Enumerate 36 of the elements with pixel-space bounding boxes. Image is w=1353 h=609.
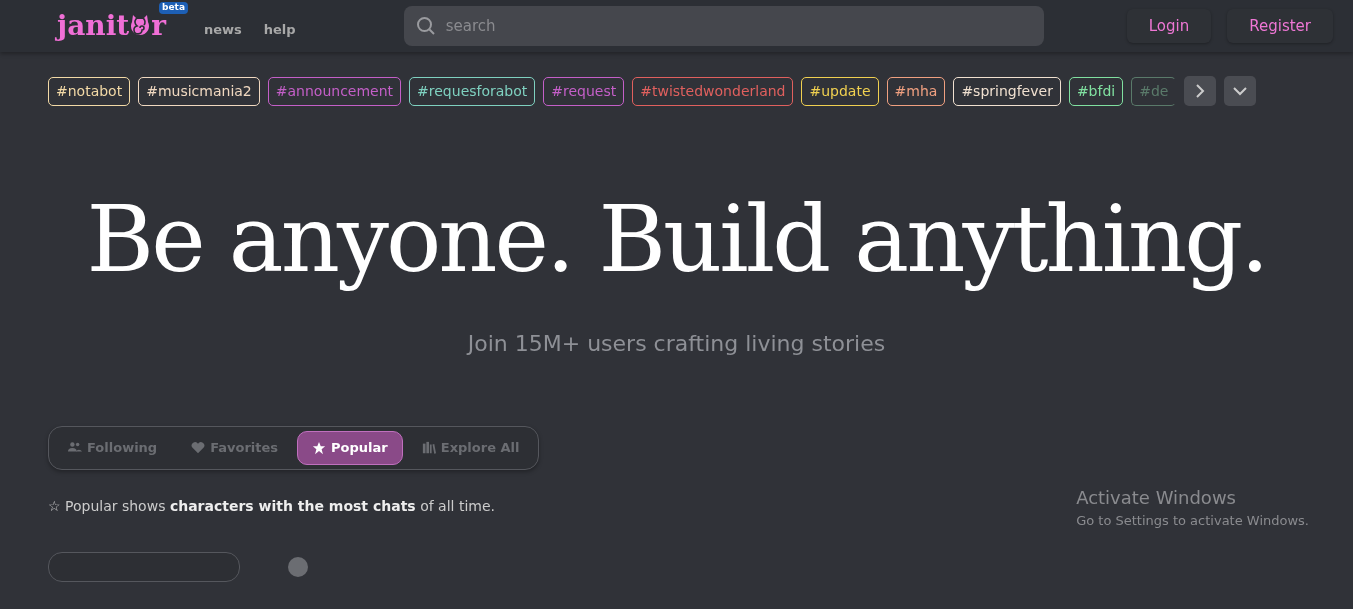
tag-chip[interactable]: #springfever xyxy=(953,76,1061,106)
toggle-knob[interactable] xyxy=(288,557,308,577)
nav-link[interactable]: help xyxy=(263,20,296,40)
nav-link[interactable]: news xyxy=(203,20,242,40)
star-icon xyxy=(312,440,327,455)
hero-subtitle: Join 15M+ users crafting living stories xyxy=(465,330,887,358)
tag-chip[interactable]: #musicmania2 xyxy=(138,76,260,106)
logo-text[interactable]: janit xyxy=(57,12,130,40)
tag-chip[interactable]: #announcement xyxy=(267,76,402,106)
filter-tab[interactable]: Popular xyxy=(297,431,403,465)
tag-chip[interactable]: #notabot xyxy=(48,76,131,106)
auth-button[interactable]: Login xyxy=(1126,8,1212,44)
auth-button[interactable]: Register xyxy=(1227,8,1333,44)
tag-chip[interactable]: #requesforabot xyxy=(409,76,536,106)
description-text: ☆ Popular shows characters with the most chats of all time. xyxy=(48,496,495,516)
next-button[interactable] xyxy=(1184,76,1217,106)
chevron-right-icon xyxy=(1194,83,1207,99)
people-icon xyxy=(68,440,82,455)
tag-chip[interactable]: #update xyxy=(801,76,879,106)
hero-title: Be anyone. Build anything. xyxy=(85,185,1268,295)
expand-button[interactable] xyxy=(1224,76,1257,106)
books-icon xyxy=(421,440,436,455)
chevron-down-icon xyxy=(1232,85,1249,97)
search-field[interactable]: search xyxy=(403,6,1044,46)
logo-text[interactable]: r xyxy=(151,12,166,40)
tag-chip[interactable]: #bfdi xyxy=(1068,76,1124,106)
tag-chip[interactable]: #twistedwonderland xyxy=(632,76,794,106)
os-notice-text: Go to Settings to activate Windows. xyxy=(1076,511,1309,530)
search-icon xyxy=(415,16,436,36)
tag-chip[interactable]: #mha xyxy=(886,76,946,106)
beta-badge: beta xyxy=(159,2,188,14)
search-input[interactable]: search xyxy=(443,13,1032,39)
tag-chip[interactable]: #request xyxy=(543,76,625,106)
heart-icon xyxy=(191,440,206,455)
os-notice-title: Activate Windows xyxy=(1076,485,1237,510)
select-field[interactable] xyxy=(48,552,240,582)
